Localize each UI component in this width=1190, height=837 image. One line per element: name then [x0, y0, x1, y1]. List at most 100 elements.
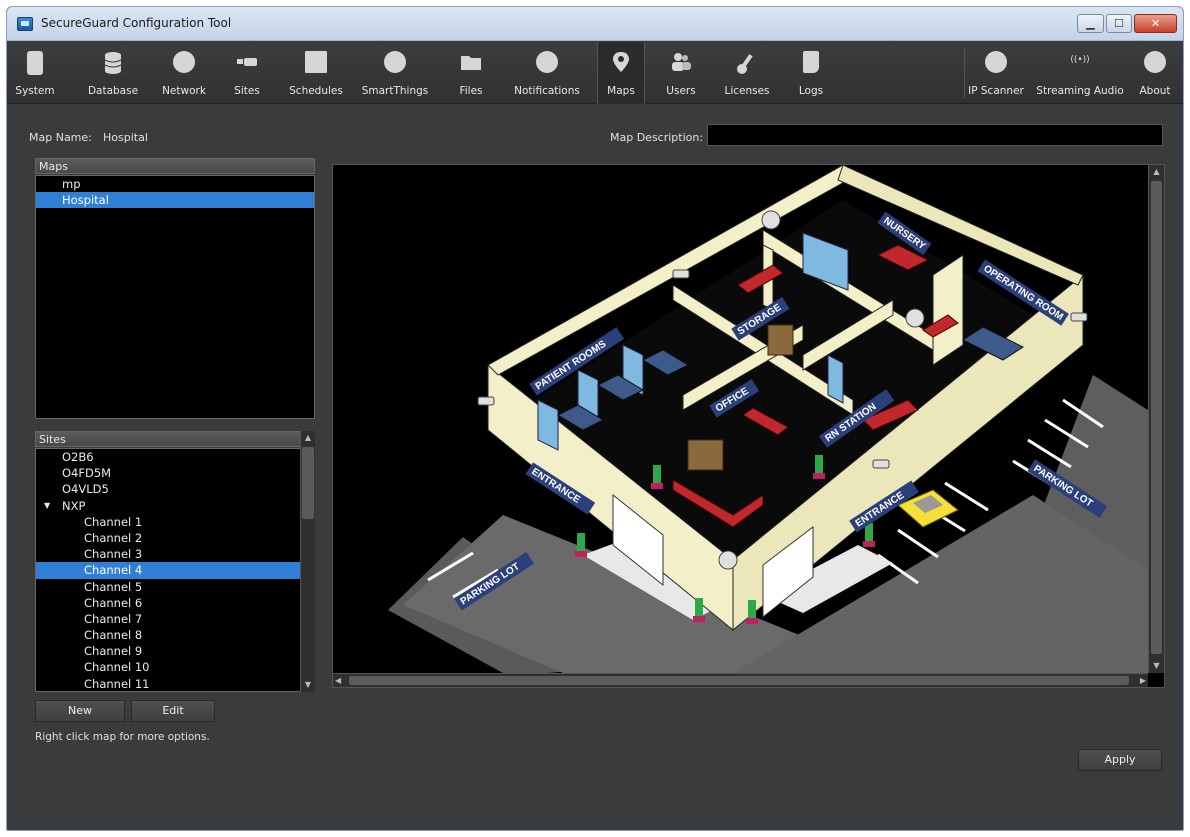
- folder-icon: [460, 51, 482, 73]
- map-horizontal-scrollbar[interactable]: ◀ ▶: [333, 673, 1148, 687]
- camera-icon: [236, 51, 258, 73]
- map-name-value: Hospital: [103, 131, 148, 144]
- apply-button[interactable]: Apply: [1078, 749, 1162, 771]
- channel-item[interactable]: Channel 3: [36, 546, 300, 562]
- maps-list-item-mp[interactable]: mp: [36, 176, 314, 192]
- window-title: SecureGuard Configuration Tool: [41, 16, 232, 30]
- hint-text: Right click map for more options.: [35, 731, 210, 743]
- channel-item[interactable]: Channel 11: [36, 676, 300, 691]
- sites-scrollbar[interactable]: ▲ ▼: [300, 431, 315, 692]
- toolbar-label: SmartThings: [361, 85, 429, 97]
- toolbar-users[interactable]: Users: [657, 42, 705, 104]
- sites-tree-items: O2B6 O4FD5M O4VLD5 ▼ NXP Channel 1 Chann…: [36, 449, 300, 691]
- expand-arrow-icon[interactable]: ▼: [44, 498, 50, 514]
- toolbar-label: Sites: [234, 85, 260, 97]
- channel-item[interactable]: Channel 6: [36, 595, 300, 611]
- map-description-label: Map Description:: [610, 131, 704, 144]
- channel-item[interactable]: Channel 8: [36, 627, 300, 643]
- minimize-button[interactable]: ▁: [1077, 14, 1104, 33]
- scroll-up-icon[interactable]: ▲: [1149, 165, 1164, 179]
- sites-tree[interactable]: O2B6 O4FD5M O4VLD5 ▼ NXP Channel 1 Chann…: [35, 448, 315, 692]
- channel-item[interactable]: Channel 7: [36, 611, 300, 627]
- hospital-floor-plan[interactable]: NURSERY OPERATING ROOM STORAGE PATIENT R…: [333, 165, 1148, 673]
- sites-scrollbar-thumb[interactable]: [302, 447, 314, 519]
- maps-list[interactable]: mp Hospital: [35, 175, 315, 419]
- toolbar-label: Users: [666, 85, 696, 97]
- toolbar-streaming-audio[interactable]: ((•)) Streaming Audio: [1033, 42, 1127, 104]
- log-icon: [803, 51, 819, 73]
- map-canvas[interactable]: NURSERY OPERATING ROOM STORAGE PATIENT R…: [332, 164, 1165, 688]
- maximize-button[interactable]: ☐: [1106, 14, 1132, 33]
- toolbar-label: Maps: [607, 85, 635, 97]
- scroll-right-icon[interactable]: ▶: [1140, 674, 1146, 687]
- app-icon: [17, 17, 33, 31]
- scroll-left-icon[interactable]: ◀: [335, 674, 341, 687]
- channel-item[interactable]: Channel 5: [36, 579, 300, 595]
- map-pin-icon: [610, 51, 632, 73]
- scroll-down-icon[interactable]: ▼: [1149, 659, 1164, 673]
- toolbar-schedules[interactable]: Schedules: [283, 42, 349, 104]
- site-item-o2b6[interactable]: O2B6: [36, 449, 300, 465]
- toolbar-database[interactable]: Database: [81, 42, 145, 104]
- app-window: SecureGuard Configuration Tool ▁ ☐ ✕ Sys…: [6, 6, 1184, 831]
- toolbar-label: Network: [162, 85, 206, 97]
- database-icon: [104, 51, 122, 74]
- channel-item[interactable]: Channel 9: [36, 643, 300, 659]
- sites-panel-header: Sites: [35, 431, 315, 447]
- smartthings-icon: [384, 51, 406, 73]
- toolbar-licenses[interactable]: Licenses: [719, 42, 775, 104]
- toolbar-label: Streaming Audio: [1036, 85, 1124, 97]
- toolbar-smartthings[interactable]: SmartThings: [355, 42, 435, 104]
- users-icon: [670, 51, 692, 73]
- close-button[interactable]: ✕: [1134, 14, 1177, 33]
- close-icon: ✕: [1150, 17, 1161, 30]
- maximize-icon: ☐: [1114, 17, 1124, 30]
- channel-item[interactable]: Channel 1: [36, 514, 300, 530]
- toolbar-ip-scanner[interactable]: IP Scanner: [965, 42, 1027, 104]
- toolbar-label: IP Scanner: [968, 85, 1024, 97]
- main-toolbar: System Database Network Sites Schedules …: [7, 42, 1183, 104]
- site-item-label: NXP: [62, 498, 86, 513]
- maps-list-item-hospital[interactable]: Hospital: [36, 192, 314, 209]
- toolbar-network[interactable]: Network: [155, 42, 213, 104]
- info-icon: [1144, 51, 1166, 73]
- channel-item-selected[interactable]: Channel 4: [36, 562, 300, 579]
- toolbar-label: Schedules: [289, 85, 343, 97]
- site-item-o4fd5m[interactable]: O4FD5M: [36, 465, 300, 481]
- site-item-o4vld5[interactable]: O4VLD5: [36, 481, 300, 497]
- toolbar-maps[interactable]: Maps: [597, 42, 645, 104]
- minimize-icon: ▁: [1086, 17, 1095, 30]
- channel-item[interactable]: Channel 2: [36, 530, 300, 546]
- map-description-input[interactable]: [707, 124, 1163, 146]
- globe-icon: [173, 51, 195, 73]
- channel-item[interactable]: Channel 10: [36, 659, 300, 675]
- map-vertical-scrollbar[interactable]: ▲ ▼: [1148, 165, 1164, 673]
- toolbar-notifications[interactable]: Notifications: [507, 42, 587, 104]
- toolbar-label: Notifications: [514, 85, 580, 97]
- toolbar-logs[interactable]: Logs: [789, 42, 833, 104]
- map-name-label: Map Name:: [29, 131, 92, 144]
- scroll-up-icon[interactable]: ▲: [301, 431, 315, 445]
- calendar-icon: [305, 51, 327, 73]
- map-hscroll-thumb[interactable]: [349, 676, 1129, 685]
- toolbar-label: System: [15, 85, 55, 97]
- toolbar-system[interactable]: System: [13, 42, 57, 104]
- scroll-down-icon[interactable]: ▼: [301, 678, 315, 692]
- map-vscroll-thumb[interactable]: [1151, 181, 1162, 654]
- toolbar-label: Files: [459, 85, 483, 97]
- ip-scanner-icon: [985, 51, 1007, 73]
- alert-icon: [536, 51, 558, 73]
- toolbar-about[interactable]: About: [1133, 42, 1177, 104]
- toolbar-label: Logs: [798, 85, 824, 97]
- audio-stream-icon: ((•)): [1070, 55, 1090, 65]
- server-icon: [27, 51, 43, 75]
- toolbar-sites[interactable]: Sites: [225, 42, 269, 104]
- new-button[interactable]: New: [35, 700, 125, 722]
- edit-button[interactable]: Edit: [131, 700, 215, 722]
- toolbar-label: Licenses: [724, 85, 770, 97]
- site-item-nxp[interactable]: ▼ NXP: [36, 498, 300, 514]
- toolbar-files[interactable]: Files: [449, 42, 493, 104]
- sites-panel-title: Sites: [39, 433, 66, 446]
- key-icon: [736, 51, 758, 74]
- toolbar-label: Database: [87, 85, 139, 97]
